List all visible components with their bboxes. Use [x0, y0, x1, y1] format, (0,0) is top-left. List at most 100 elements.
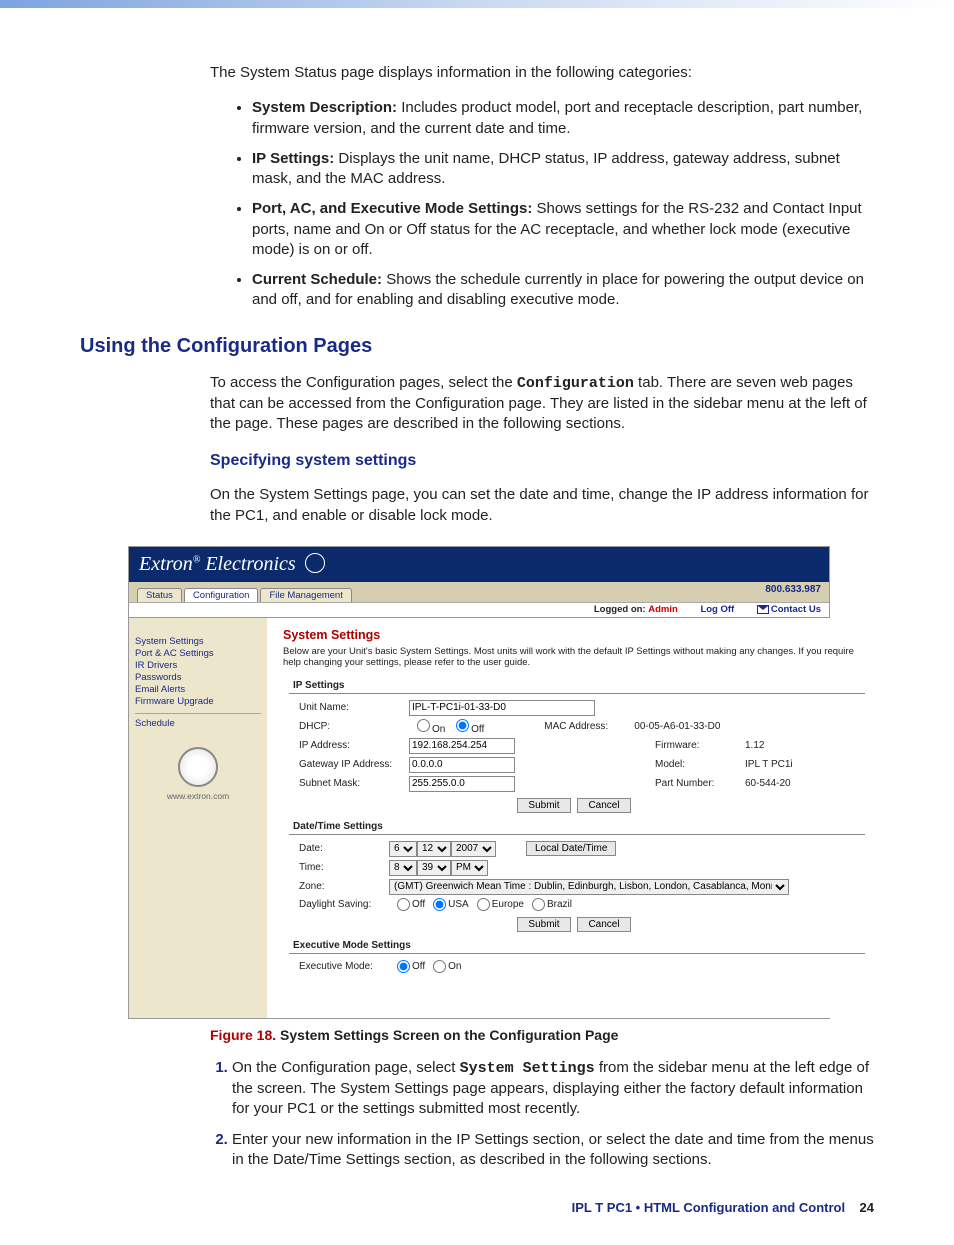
- time-hour-select[interactable]: 8: [389, 860, 417, 876]
- zone-select[interactable]: (GMT) Greenwich Mean Time : Dublin, Edin…: [389, 879, 789, 895]
- step-item: Enter your new information in the IP Set…: [232, 1130, 874, 1171]
- footer-page-number: 24: [860, 1200, 874, 1215]
- brand-header: Extron® Electronics: [129, 547, 829, 582]
- contact-link[interactable]: Contact Us: [771, 604, 821, 615]
- subnet-label: Subnet Mask:: [299, 778, 409, 789]
- figure-text: System Settings Screen on the Configurat…: [280, 1027, 618, 1043]
- panel-title: System Settings: [283, 628, 865, 642]
- screenshot-body: System Settings Port & AC Settings IR Dr…: [129, 618, 829, 1018]
- heading-system-settings: Specifying system settings: [210, 452, 874, 470]
- dhcp-on-radio[interactable]: [417, 719, 430, 732]
- logged-on-user: Admin: [648, 604, 678, 615]
- tab-status[interactable]: Status: [137, 588, 182, 602]
- exec-off-radio[interactable]: [397, 960, 410, 973]
- dhcp-off-radio[interactable]: [456, 719, 469, 732]
- brand-word1: Extron: [139, 553, 193, 575]
- sidebar-firmware[interactable]: Firmware Upgrade: [135, 696, 261, 707]
- unit-name-label: Unit Name:: [299, 702, 409, 713]
- system-settings-screenshot: Extron® Electronics Status Configuration…: [128, 546, 830, 1019]
- ds-off-text: Off: [412, 899, 425, 910]
- step-item: On the Configuration page, select System…: [232, 1058, 874, 1120]
- date-month-select[interactable]: 6: [389, 841, 417, 857]
- ip-submit-button[interactable]: Submit: [517, 798, 570, 813]
- ds-europe-text: Europe: [492, 899, 524, 910]
- exec-off-text: Off: [412, 961, 425, 972]
- dt-submit-button[interactable]: Submit: [517, 917, 570, 932]
- model-label: Model:: [655, 759, 745, 770]
- heading-configuration: Using the Configuration Pages: [80, 335, 874, 358]
- exec-mode-header: Executive Mode Settings: [289, 938, 865, 954]
- firmware-label: Firmware:: [655, 740, 745, 751]
- ds-brazil-text: Brazil: [547, 899, 572, 910]
- gateway-input[interactable]: [409, 757, 515, 773]
- dhcp-label: DHCP:: [299, 721, 409, 732]
- bullet-label: IP Settings:: [252, 150, 334, 167]
- step1-pre: On the Configuration page, select: [232, 1059, 460, 1076]
- figure-caption: Figure 18. System Settings Screen on the…: [210, 1027, 874, 1043]
- mac-label: MAC Address:: [544, 721, 634, 732]
- bullet-text: Displays the unit name, DHCP status, IP …: [252, 150, 840, 187]
- gateway-label: Gateway IP Address:: [299, 759, 409, 770]
- time-ampm-select[interactable]: PM: [451, 860, 488, 876]
- date-year-select[interactable]: 2007: [451, 841, 496, 857]
- sidebar-email-alerts[interactable]: Email Alerts: [135, 684, 261, 695]
- sidebar-schedule[interactable]: Schedule: [135, 718, 261, 729]
- sidebar-passwords[interactable]: Passwords: [135, 672, 261, 683]
- mail-icon: [757, 605, 769, 614]
- bullet-label: System Description:: [252, 99, 397, 116]
- bullet-item: Current Schedule: Shows the schedule cur…: [252, 270, 874, 311]
- datetime-section-header: Date/Time Settings: [289, 819, 865, 835]
- phone-number: 800.633.987: [765, 584, 821, 595]
- logged-on-label: Logged on:: [594, 604, 646, 615]
- figure-number: Figure 18.: [210, 1027, 276, 1043]
- s3-logo-icon: [178, 747, 218, 787]
- ip-address-input[interactable]: [409, 738, 515, 754]
- exec-on-radio[interactable]: [433, 960, 446, 973]
- ds-usa-radio[interactable]: [433, 898, 446, 911]
- local-datetime-button[interactable]: Local Date/Time: [526, 841, 616, 856]
- config-intro-pre: To access the Configuration pages, selec…: [210, 374, 517, 391]
- date-day-select[interactable]: 12: [417, 841, 451, 857]
- subnet-input[interactable]: [409, 776, 515, 792]
- ds-europe-radio[interactable]: [477, 898, 490, 911]
- sidebar: System Settings Port & AC Settings IR Dr…: [129, 618, 267, 1018]
- tab-file-management[interactable]: File Management: [260, 588, 351, 602]
- mac-value: 00-05-A6-01-33-D0: [634, 721, 754, 732]
- ip-address-label: IP Address:: [299, 740, 409, 751]
- login-row: Logged on: Admin Log Off Contact Us: [129, 603, 829, 618]
- ds-off-radio[interactable]: [397, 898, 410, 911]
- sidebar-ir-drivers[interactable]: IR Drivers: [135, 660, 261, 671]
- exec-mode-label: Executive Mode:: [299, 961, 389, 972]
- bullet-item: IP Settings: Displays the unit name, DHC…: [252, 149, 874, 190]
- sidebar-system-settings[interactable]: System Settings: [135, 636, 261, 647]
- time-label: Time:: [299, 862, 389, 873]
- bullet-label: Current Schedule:: [252, 271, 382, 288]
- config-intro: To access the Configuration pages, selec…: [210, 373, 874, 435]
- tabs-row: Status Configuration File Management 800…: [129, 582, 829, 603]
- ip-settings-header: IP Settings: [289, 678, 865, 694]
- dt-cancel-button[interactable]: Cancel: [577, 917, 630, 932]
- part-value: 60-544-20: [745, 778, 865, 789]
- site-link[interactable]: www.extron.com: [167, 791, 229, 801]
- ds-usa-text: USA: [448, 899, 469, 910]
- time-min-select[interactable]: 39: [417, 860, 451, 876]
- page-footer: IPL T PC1 • HTML Configuration and Contr…: [80, 1200, 874, 1215]
- step1-mono: System Settings: [460, 1060, 595, 1077]
- ip-cancel-button[interactable]: Cancel: [577, 798, 630, 813]
- unit-name-input[interactable]: [409, 700, 595, 716]
- panel-description: Below are your Unit's basic System Setti…: [283, 646, 865, 668]
- tab-configuration[interactable]: Configuration: [184, 588, 259, 602]
- steps-list: On the Configuration page, select System…: [210, 1058, 874, 1170]
- main-panel: System Settings Below are your Unit's ba…: [267, 618, 881, 1018]
- sys-settings-paragraph: On the System Settings page, you can set…: [210, 485, 874, 526]
- part-label: Part Number:: [655, 778, 745, 789]
- firmware-value: 1.12: [745, 740, 865, 751]
- daylight-label: Daylight Saving:: [299, 899, 389, 910]
- brand-word2: Electronics: [205, 553, 295, 575]
- logoff-link[interactable]: Log Off: [700, 604, 734, 615]
- bullet-list: System Description: Includes product mod…: [230, 98, 874, 310]
- dhcp-on-text: On: [432, 724, 445, 735]
- zone-label: Zone:: [299, 881, 389, 892]
- ds-brazil-radio[interactable]: [532, 898, 545, 911]
- sidebar-port-ac[interactable]: Port & AC Settings: [135, 648, 261, 659]
